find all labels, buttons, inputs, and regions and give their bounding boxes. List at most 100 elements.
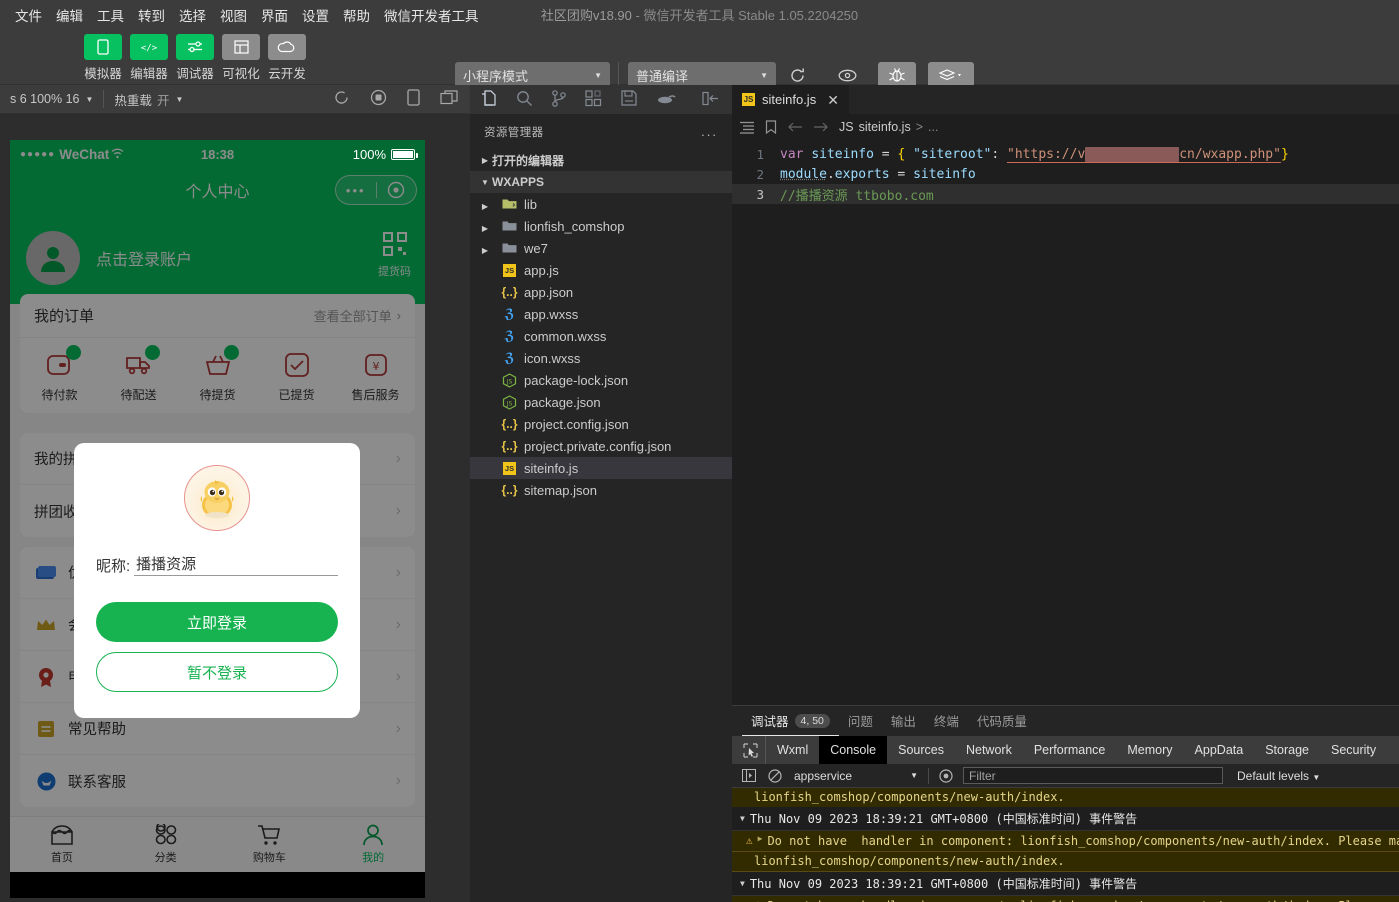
file-row-project-private-config-json[interactable]: {..} project.private.config.json bbox=[470, 435, 732, 457]
console-output[interactable]: lionfish_comshop/components/new-auth/ind… bbox=[732, 788, 1399, 902]
extensions-icon[interactable] bbox=[585, 89, 602, 110]
menu-item-edit[interactable]: 编辑 bbox=[49, 2, 90, 28]
panel-tab-problems[interactable]: 问题 bbox=[839, 706, 882, 736]
docker-icon[interactable] bbox=[656, 91, 676, 108]
forward-arrow-icon[interactable] bbox=[813, 121, 829, 133]
file-row-project-config-json[interactable]: {..} project.config.json bbox=[470, 413, 732, 435]
code-brace: } bbox=[1280, 146, 1289, 162]
file-row-lionfish-comshop[interactable]: ▶ lionfish_comshop bbox=[470, 215, 732, 237]
compile-select-value: 普通编译 bbox=[636, 68, 689, 84]
files-icon[interactable] bbox=[480, 89, 497, 110]
menu-item-interface[interactable]: 界面 bbox=[254, 2, 295, 28]
chevron-down-icon: ▼ bbox=[594, 70, 602, 80]
device-icon[interactable] bbox=[407, 89, 420, 109]
devtools-tab-memory[interactable]: Memory bbox=[1116, 736, 1183, 764]
save-icon[interactable] bbox=[621, 90, 637, 109]
menu-item-help[interactable]: 帮助 bbox=[336, 2, 377, 28]
inspect-element-icon[interactable] bbox=[736, 736, 766, 764]
phone-icon bbox=[84, 34, 122, 60]
record-icon[interactable] bbox=[370, 89, 387, 109]
editor-tab-siteinfo[interactable]: JS siteinfo.js ✕ bbox=[732, 85, 850, 114]
skip-login-button[interactable]: 暂不登录 bbox=[96, 652, 338, 692]
debugger-toggle-button[interactable]: 调试器 bbox=[176, 34, 214, 82]
menu-item-view[interactable]: 视图 bbox=[213, 2, 254, 28]
file-row-common-wxss[interactable]: ℨ common.wxss bbox=[470, 325, 732, 347]
outline-icon[interactable] bbox=[740, 121, 755, 134]
devtools-tab-wxml[interactable]: Wxml bbox=[766, 736, 819, 764]
file-row-package-lock-json[interactable]: JS package-lock.json bbox=[470, 369, 732, 391]
rotate-icon[interactable] bbox=[333, 89, 350, 109]
devtools-tab-console[interactable]: Console bbox=[819, 736, 888, 764]
menu-item-select[interactable]: 选择 bbox=[172, 2, 213, 28]
explorer-panel: 资源管理器 ... ▶ 打开的编辑器 ▼ WXAPPS ▶ lib ▶ lion… bbox=[470, 114, 732, 902]
console-group-header[interactable]: ▼ Thu Nov 09 2023 18:39:21 GMT+0800 (中国标… bbox=[732, 807, 1399, 831]
menu-item-settings[interactable]: 设置 bbox=[295, 2, 336, 28]
code-content[interactable]: 1 var siteinfo = { "siteroot": "https://… bbox=[732, 140, 1399, 204]
chevron-right-icon[interactable]: ▶ bbox=[758, 834, 763, 843]
console-levels-select[interactable]: Default levels ▼ bbox=[1237, 769, 1320, 783]
devtools-tab-security[interactable]: Security bbox=[1320, 736, 1387, 764]
menu-item-file[interactable]: 文件 bbox=[8, 2, 49, 28]
editor-toggle-button[interactable]: </> 编辑器 bbox=[130, 34, 168, 82]
explorer-header: 资源管理器 ... bbox=[470, 114, 732, 149]
console-warning-row[interactable]: ⚠ ▶ Do not have handler in component: li… bbox=[732, 831, 1399, 852]
more-actions-icon[interactable]: ... bbox=[701, 124, 718, 139]
explorer-section-open-editors[interactable]: ▶ 打开的编辑器 bbox=[470, 149, 732, 171]
bookmark-icon[interactable] bbox=[765, 120, 777, 134]
code-colon: : bbox=[991, 146, 1000, 162]
devtools-tab-appdata[interactable]: AppData bbox=[1184, 736, 1255, 764]
menu-item-devtools[interactable]: 微信开发者工具 bbox=[377, 2, 486, 28]
explorer-section-wxapps[interactable]: ▼ WXAPPS bbox=[470, 171, 732, 193]
close-icon[interactable]: ✕ bbox=[827, 93, 839, 107]
simulator-toggle-button[interactable]: 模拟器 bbox=[84, 34, 122, 82]
code-value: siteinfo bbox=[913, 166, 976, 182]
devtools-tab-storage[interactable]: Storage bbox=[1254, 736, 1320, 764]
devtools-tab-network[interactable]: Network bbox=[955, 736, 1023, 764]
file-row-package-json[interactable]: JS package.json bbox=[470, 391, 732, 413]
chevron-down-icon: ▼ bbox=[760, 70, 768, 80]
breadcrumb[interactable]: JS siteinfo.js > ... bbox=[839, 120, 938, 134]
device-select[interactable]: s 6 100% 16 ▼ bbox=[0, 85, 103, 113]
console-context-select[interactable]: appservice ▼ bbox=[794, 769, 924, 783]
menu-item-goto[interactable]: 转到 bbox=[131, 2, 172, 28]
eye-icon[interactable] bbox=[933, 768, 959, 783]
back-arrow-icon[interactable] bbox=[787, 121, 803, 133]
search-icon[interactable] bbox=[516, 90, 533, 110]
panel-tab-terminal[interactable]: 终端 bbox=[925, 706, 968, 736]
chick-avatar[interactable] bbox=[184, 465, 250, 531]
cloud-toggle-button[interactable]: 云开发 bbox=[268, 34, 306, 82]
file-row-lib[interactable]: ▶ lib bbox=[470, 193, 732, 215]
panel-tab-code-quality[interactable]: 代码质量 bbox=[968, 706, 1036, 736]
console-filter-input[interactable] bbox=[963, 767, 1223, 784]
file-row-siteinfo-js[interactable]: JS siteinfo.js bbox=[470, 457, 732, 479]
console-warning-row[interactable]: ⚠ ▶ Do not have handler in component: li… bbox=[732, 896, 1399, 902]
file-name: app.json bbox=[524, 284, 574, 300]
chevron-down-icon: ▼ bbox=[85, 94, 94, 104]
activity-bar bbox=[470, 85, 732, 114]
clear-console-icon[interactable] bbox=[762, 768, 788, 783]
nickname-input[interactable] bbox=[134, 555, 338, 576]
console-group-header[interactable]: ▼ Thu Nov 09 2023 18:39:21 GMT+0800 (中国标… bbox=[732, 872, 1399, 896]
file-row-app-wxss[interactable]: ℨ app.wxss bbox=[470, 303, 732, 325]
file-row-icon-wxss[interactable]: ℨ icon.wxss bbox=[470, 347, 732, 369]
devtools-tab-performance[interactable]: Performance bbox=[1023, 736, 1117, 764]
window-icon[interactable] bbox=[440, 90, 458, 108]
hot-reload-select[interactable]: 热重载 开 ▼ bbox=[104, 85, 193, 113]
sidebar-icon[interactable] bbox=[736, 769, 762, 782]
panel-tab-output[interactable]: 输出 bbox=[882, 706, 925, 736]
collapse-panel-icon[interactable] bbox=[702, 91, 720, 109]
visualization-toggle-button[interactable]: 可视化 bbox=[222, 34, 260, 82]
login-now-button[interactable]: 立即登录 bbox=[96, 602, 338, 642]
source-control-icon[interactable] bbox=[552, 89, 566, 110]
file-row-sitemap-json[interactable]: {..} sitemap.json bbox=[470, 479, 732, 501]
menu-item-tools[interactable]: 工具 bbox=[90, 2, 131, 28]
chevron-right-icon: ▶ bbox=[481, 155, 489, 165]
devtools-tab-label: Network bbox=[965, 743, 1012, 757]
file-row-app-js[interactable]: JS app.js bbox=[470, 259, 732, 281]
url-prefix: "https://v bbox=[1007, 146, 1086, 162]
file-row-we7[interactable]: ▶ we7 bbox=[470, 237, 732, 259]
file-row-app-json[interactable]: {..} app.json bbox=[470, 281, 732, 303]
panel-tab-debugger[interactable]: 调试器 4, 50 bbox=[742, 706, 839, 736]
code-url-string: "https://v cn/wxapp.php" bbox=[1007, 146, 1281, 163]
devtools-tab-sources[interactable]: Sources bbox=[887, 736, 955, 764]
